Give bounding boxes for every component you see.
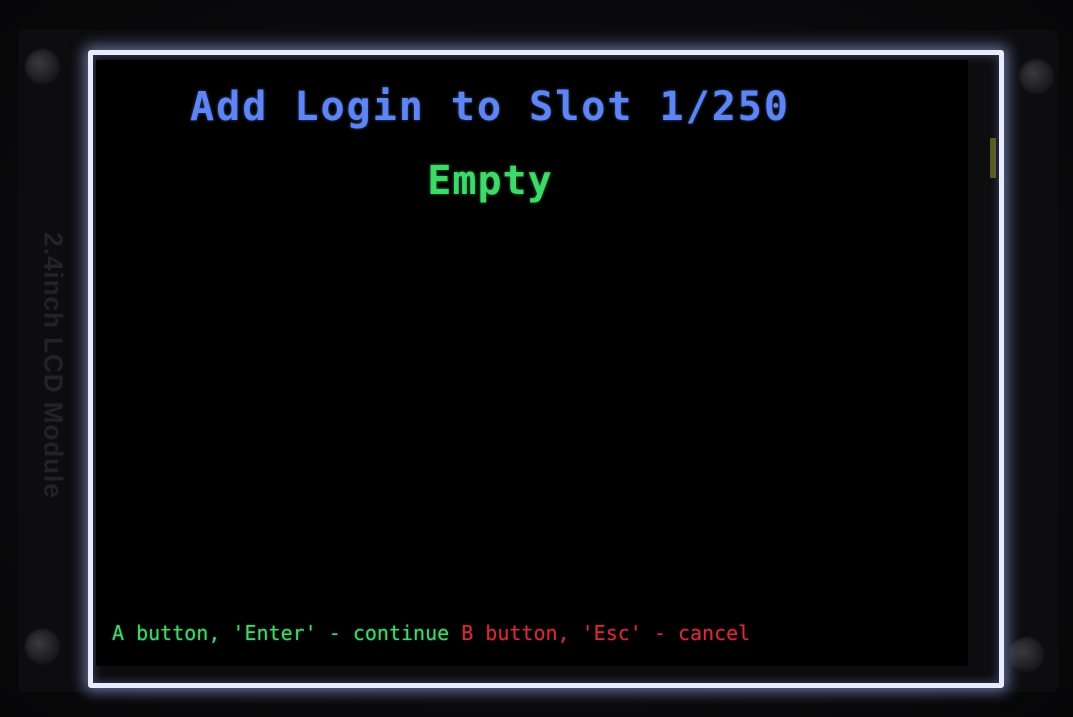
slot-status: Empty (427, 158, 553, 204)
board-silkscreen: 2.4inch LCD Module (38, 150, 69, 580)
lcd-screen (96, 60, 968, 666)
footer-hints: A button, 'Enter' - continue B button, '… (112, 621, 750, 645)
board-silkscreen-label: 2.4inch LCD Module (38, 231, 69, 499)
cancel-hint[interactable]: B button, 'Esc' - cancel (461, 621, 750, 645)
mounting-hole-top-right (1018, 58, 1056, 96)
mounting-hole-bottom-left (24, 628, 62, 666)
mounting-hole-bottom-right (1008, 636, 1046, 674)
screen-title: Add Login to Slot 1/250 (190, 84, 790, 130)
mounting-hole-top-left (24, 48, 62, 86)
continue-hint[interactable]: A button, 'Enter' - continue (112, 621, 449, 645)
photo-stage: 2.4inch LCD Module Add Login to Slot 1/2… (0, 0, 1073, 717)
